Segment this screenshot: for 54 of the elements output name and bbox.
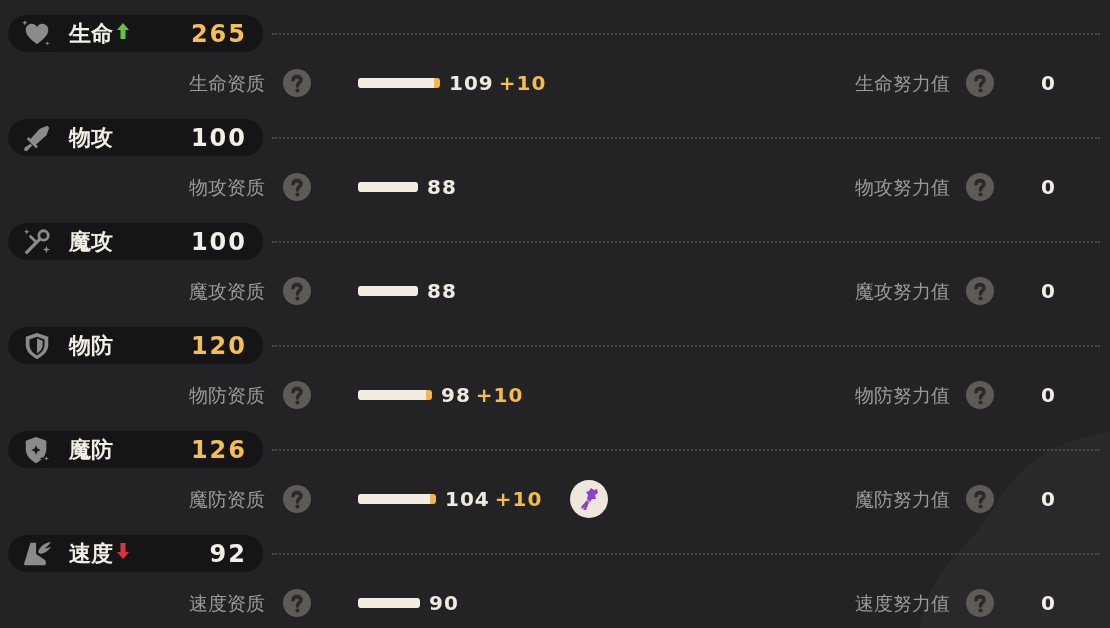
help-icon[interactable] (283, 485, 311, 513)
aptitude-value: 88 (427, 177, 457, 197)
aptitude-label: 魔防资质 (189, 489, 265, 509)
effort-label: 魔防努力值 (855, 489, 950, 509)
effort-label: 速度努力值 (855, 593, 950, 613)
help-icon[interactable] (283, 381, 311, 409)
stat-value: 92 (209, 541, 247, 566)
star-wand-icon[interactable] (570, 480, 608, 518)
stat-name: 物防 (69, 334, 113, 357)
stat-name: 魔攻 (69, 230, 113, 253)
help-icon[interactable] (966, 485, 994, 513)
effort-label: 物攻努力值 (855, 177, 950, 197)
effort-value: 0 (1041, 593, 1055, 613)
help-icon[interactable] (966, 69, 994, 97)
stat-name: 物攻 (69, 126, 113, 149)
aptitude-label: 物攻资质 (189, 177, 265, 197)
help-icon[interactable] (283, 589, 311, 617)
aptitude-value: 88 (427, 281, 457, 301)
effort-label: 魔攻努力值 (855, 281, 950, 301)
stat-value: 126 (190, 437, 247, 462)
heart-sparkle-icon (22, 18, 52, 49)
aptitude-label: 生命资质 (189, 73, 265, 93)
effort-value: 0 (1041, 73, 1055, 93)
effort-value: 0 (1041, 489, 1055, 509)
aptitude-label: 速度资质 (189, 593, 265, 613)
help-icon[interactable] (966, 173, 994, 201)
help-icon[interactable] (283, 69, 311, 97)
aptitude-bonus: +10 (475, 385, 524, 405)
aptitude-label: 物防资质 (189, 385, 265, 405)
wand-sparkle-icon (22, 226, 52, 257)
aptitude-value: 98 (441, 385, 471, 405)
stat-value: 100 (190, 229, 247, 254)
help-icon[interactable] (966, 381, 994, 409)
aptitude-value: 109 (449, 73, 494, 93)
stat-value: 100 (190, 125, 247, 150)
stat-name: 生命 (69, 22, 113, 45)
effort-label: 物防努力值 (855, 385, 950, 405)
stat-value: 120 (190, 333, 247, 358)
stat-name: 速度 (69, 542, 113, 565)
effort-value: 0 (1041, 281, 1055, 301)
aptitude-bonus: +10 (498, 73, 547, 93)
aptitude-bonus: +10 (494, 489, 543, 509)
aptitude-value: 104 (445, 489, 490, 509)
effort-value: 0 (1041, 177, 1055, 197)
stat-name: 魔防 (69, 438, 113, 461)
help-icon[interactable] (966, 277, 994, 305)
effort-value: 0 (1041, 385, 1055, 405)
aptitude-label: 魔攻资质 (189, 281, 265, 301)
help-icon[interactable] (966, 589, 994, 617)
effort-label: 生命努力值 (855, 73, 950, 93)
help-icon[interactable] (283, 277, 311, 305)
help-icon[interactable] (283, 173, 311, 201)
stat-value: 265 (190, 21, 247, 46)
aptitude-value: 90 (429, 593, 459, 613)
